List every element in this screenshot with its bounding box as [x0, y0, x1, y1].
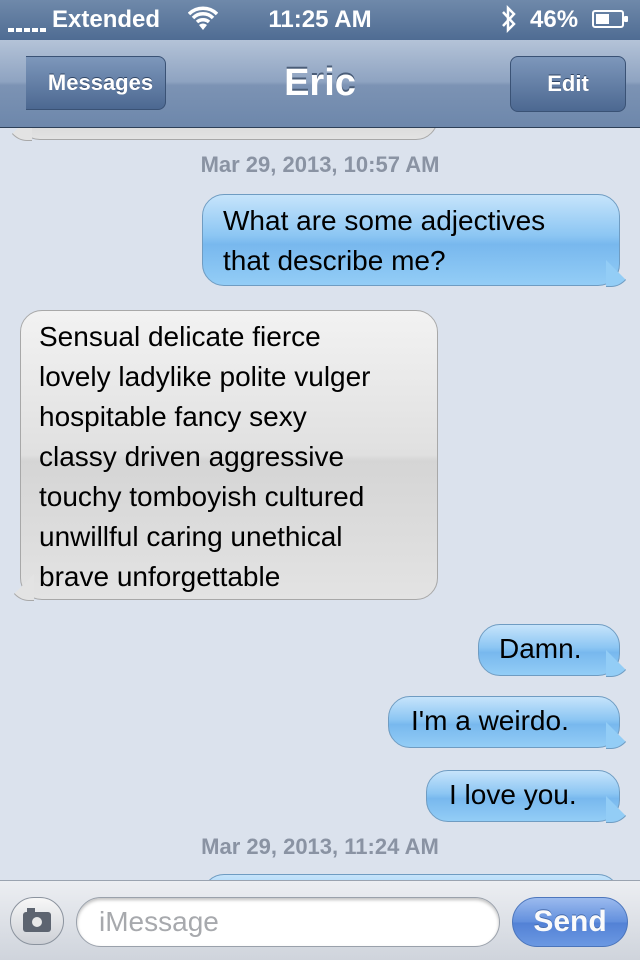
- message-bubble-outgoing[interactable]: Damn.: [478, 624, 620, 676]
- message-bubble-outgoing[interactable]: I love you.: [426, 770, 620, 822]
- message-timestamp: Mar 29, 2013, 10:57 AM: [200, 152, 440, 177]
- battery-charging-icon: [592, 10, 628, 28]
- message-text: I'm a weirdo.: [411, 705, 569, 736]
- message-text: Sensual delicate fierce lovely ladylike …: [39, 321, 371, 592]
- conversation-thread[interactable]: Mar 29, 2013, 10:57 AM What are some adj…: [0, 128, 640, 880]
- message-bubble-incoming[interactable]: Sensual delicate fierce lovely ladylike …: [20, 310, 438, 600]
- message-input[interactable]: [76, 897, 500, 947]
- message-text: I love you.: [449, 779, 577, 810]
- message-input-bar: Send: [0, 880, 640, 960]
- battery-percent: 46%: [530, 6, 579, 33]
- message-text: Damn.: [499, 633, 582, 664]
- bluetooth-icon: [500, 4, 518, 41]
- navigation-bar: Messages Eric Edit: [0, 40, 640, 128]
- message-text: What are some adjectives that describe m…: [223, 205, 546, 276]
- status-bar: Extended 11:25 AM 46%: [0, 0, 640, 40]
- camera-button[interactable]: [10, 897, 64, 945]
- camera-icon: [23, 908, 51, 932]
- message-bubble-incoming-partial[interactable]: [18, 128, 438, 140]
- message-bubble-outgoing[interactable]: What are some adjectives that describe m…: [202, 194, 620, 286]
- send-button[interactable]: Send: [512, 897, 628, 947]
- message-bubble-outgoing[interactable]: I'm a weirdo.: [388, 696, 620, 748]
- message-timestamp: Mar 29, 2013, 11:24 AM: [201, 834, 439, 859]
- edit-button[interactable]: Edit: [510, 56, 626, 112]
